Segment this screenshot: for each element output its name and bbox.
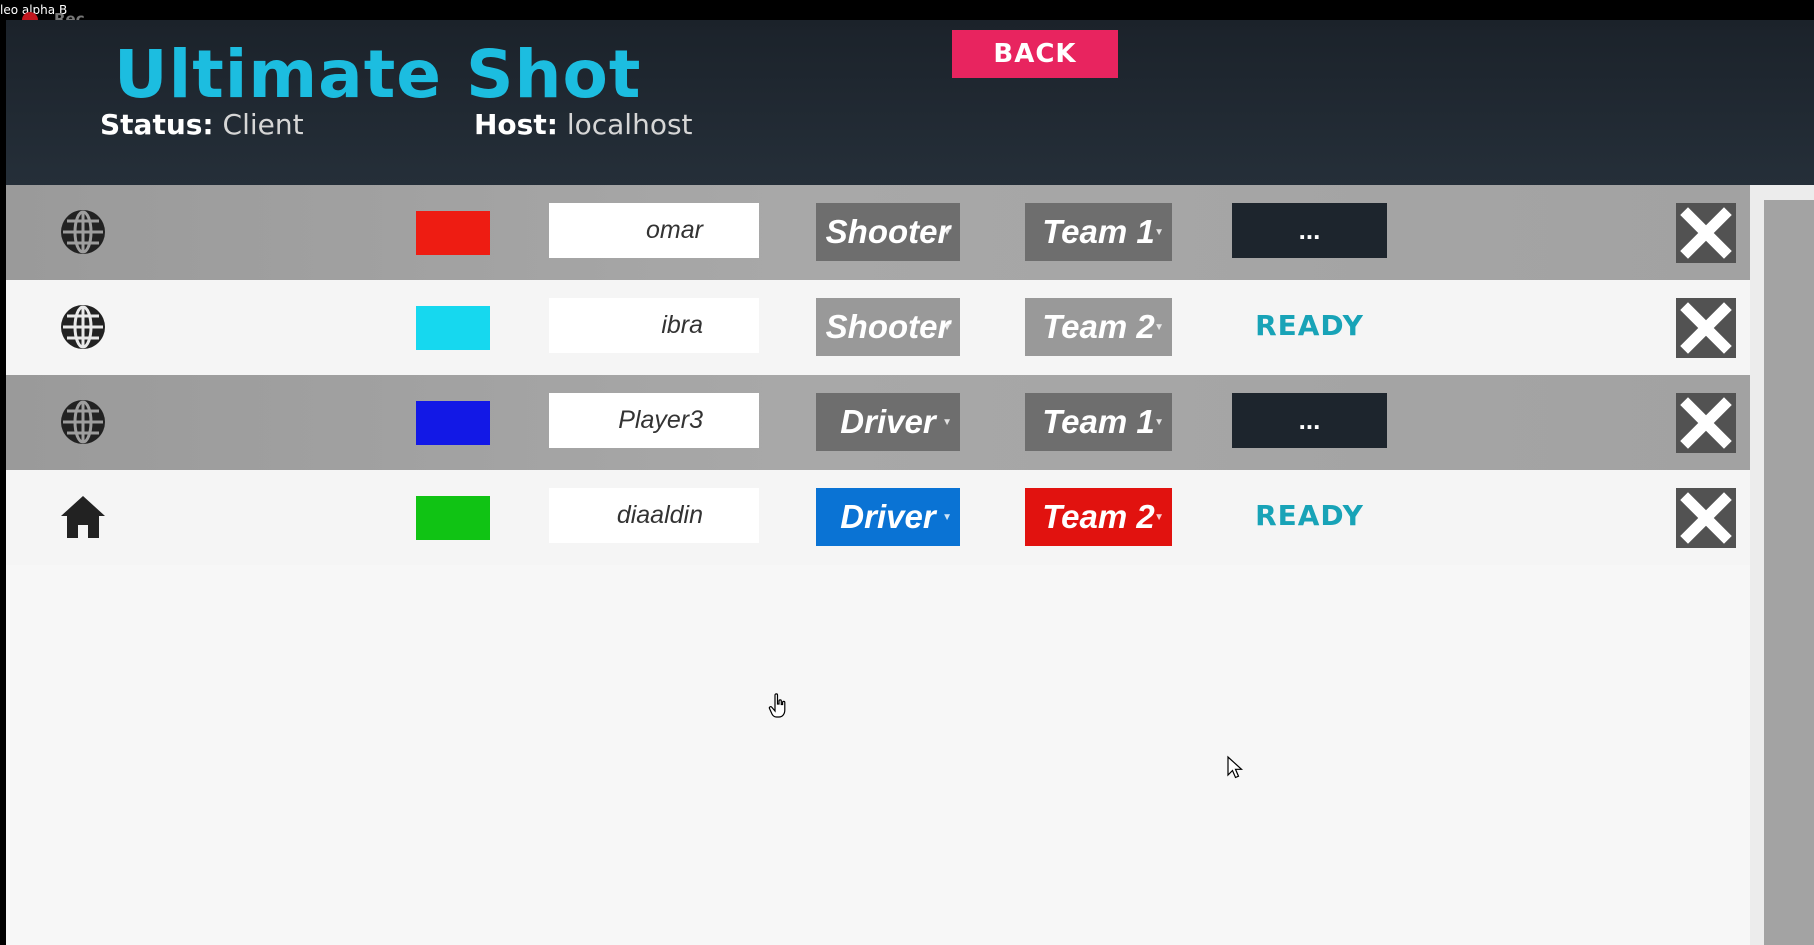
player-color-swatch[interactable] bbox=[416, 401, 490, 445]
team-label: Team 1 bbox=[1042, 213, 1155, 250]
chevron-down-icon: ▼ bbox=[1154, 322, 1164, 333]
close-icon bbox=[1680, 302, 1732, 354]
team-label: Team 2 bbox=[1042, 498, 1155, 535]
game-title: Ultimate Shot bbox=[114, 36, 642, 113]
team-dropdown[interactable]: Team 1 ▼ bbox=[1025, 393, 1172, 451]
player-color-swatch[interactable] bbox=[416, 306, 490, 350]
team-dropdown[interactable]: Team 1 ▼ bbox=[1025, 203, 1172, 261]
close-icon bbox=[1680, 207, 1732, 259]
kick-player-button[interactable] bbox=[1676, 203, 1736, 263]
host-label: Host: bbox=[474, 108, 558, 141]
role-dropdown[interactable]: Shooter ▼ bbox=[816, 298, 960, 356]
role-label: Shooter bbox=[825, 308, 951, 345]
globe-icon bbox=[61, 305, 105, 349]
ready-button[interactable]: ... bbox=[1232, 203, 1387, 258]
chevron-down-icon: ▼ bbox=[942, 512, 952, 523]
kick-player-button[interactable] bbox=[1676, 488, 1736, 548]
status-label: Status: bbox=[100, 108, 214, 141]
recording-bar: leo alpha B Rec bbox=[0, 0, 1814, 28]
player-name-field[interactable]: omar bbox=[549, 203, 759, 258]
kick-player-button[interactable] bbox=[1676, 298, 1736, 358]
chevron-down-icon: ▼ bbox=[942, 322, 952, 333]
team-label: Team 1 bbox=[1042, 403, 1155, 440]
chevron-down-icon: ▼ bbox=[1154, 227, 1164, 238]
role-dropdown[interactable]: Shooter ▼ bbox=[816, 203, 960, 261]
chevron-down-icon: ▼ bbox=[1154, 512, 1164, 523]
ready-status: READY bbox=[1255, 309, 1364, 342]
player-name-field[interactable]: diaaldin bbox=[549, 488, 759, 543]
host-value: localhost bbox=[566, 108, 693, 141]
globe-icon bbox=[61, 400, 105, 444]
status-line: Status: Client bbox=[100, 108, 304, 141]
ready-button[interactable]: ... bbox=[1232, 393, 1387, 448]
player-row: ibra Shooter ▼ Team 2 ▼ READY bbox=[6, 280, 1750, 375]
home-icon bbox=[61, 496, 105, 538]
ready-status: READY bbox=[1255, 499, 1364, 532]
globe-icon bbox=[61, 210, 105, 254]
scrollbar-thumb[interactable] bbox=[1764, 200, 1814, 945]
player-row: Player3 Driver ▼ Team 1 ▼ ... bbox=[6, 375, 1750, 470]
chevron-down-icon: ▼ bbox=[942, 227, 952, 238]
lobby-header: Ultimate Shot Status: Client Host: local… bbox=[6, 20, 1814, 185]
kick-player-button[interactable] bbox=[1676, 393, 1736, 453]
close-icon bbox=[1680, 492, 1732, 544]
player-row: omar Shooter ▼ Team 1 ▼ ... bbox=[6, 185, 1750, 280]
role-label: Driver bbox=[840, 498, 936, 535]
chevron-down-icon: ▼ bbox=[942, 417, 952, 428]
role-dropdown[interactable]: Driver ▼ bbox=[816, 488, 960, 546]
close-icon bbox=[1680, 397, 1732, 449]
player-list: omar Shooter ▼ Team 1 ▼ ... ibra Shooter… bbox=[6, 185, 1750, 945]
role-label: Shooter bbox=[825, 213, 951, 250]
role-label: Driver bbox=[840, 403, 936, 440]
back-button[interactable]: BACK bbox=[952, 30, 1118, 78]
team-label: Team 2 bbox=[1042, 308, 1155, 345]
team-dropdown[interactable]: Team 2 ▼ bbox=[1025, 298, 1172, 356]
player-name-field[interactable]: Player3 bbox=[549, 393, 759, 448]
player-row-local: diaaldin Driver ▼ Team 2 ▼ READY bbox=[6, 470, 1750, 565]
status-value: Client bbox=[222, 108, 304, 141]
arrow-cursor-icon bbox=[1227, 755, 1244, 779]
player-color-swatch[interactable] bbox=[416, 211, 490, 255]
role-dropdown[interactable]: Driver ▼ bbox=[816, 393, 960, 451]
team-dropdown[interactable]: Team 2 ▼ bbox=[1025, 488, 1172, 546]
player-name-field[interactable]: ibra bbox=[549, 298, 759, 353]
player-color-swatch[interactable] bbox=[416, 496, 490, 540]
chevron-down-icon: ▼ bbox=[1154, 417, 1164, 428]
hand-cursor-icon bbox=[768, 693, 786, 718]
host-line: Host: localhost bbox=[474, 108, 693, 141]
